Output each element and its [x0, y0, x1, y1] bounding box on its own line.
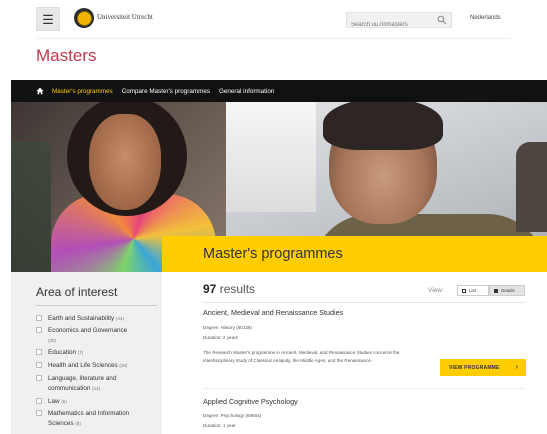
view-details-button[interactable]: Details: [489, 285, 525, 296]
facet-economics-governance[interactable]: Economics and Governance (30): [36, 326, 156, 345]
nav-compare-programmes[interactable]: Compare Master's programmes: [122, 88, 210, 95]
university-name[interactable]: Universiteit Utrecht: [97, 13, 153, 21]
view-list-label: List: [469, 288, 477, 293]
facet-count: (28): [119, 363, 128, 368]
view-programme-label: VIEW PROGRAMME: [449, 364, 500, 371]
results-number: 97: [203, 282, 217, 296]
facet-label: Law: [48, 398, 60, 405]
menu-button[interactable]: ☰: [36, 7, 60, 31]
facet-checkbox[interactable]: [36, 362, 42, 368]
programme-degree: Degree: Psychology (66604): [203, 413, 262, 418]
header-divider: [36, 38, 511, 39]
page-title: Masters: [36, 46, 97, 65]
facet-label: Earth and Sustainability: [48, 315, 115, 322]
nav-masters-programmes[interactable]: Master's programmes: [52, 88, 113, 95]
nav-general-information[interactable]: General information: [219, 88, 274, 95]
view-programme-button[interactable]: VIEW PROGRAMME ›: [440, 359, 526, 376]
university-logo[interactable]: [74, 8, 94, 28]
programme-title[interactable]: Applied Cognitive Psychology: [203, 397, 298, 406]
facet-education[interactable]: Education (7): [36, 348, 156, 358]
facet-label: Education: [48, 349, 77, 356]
facet-count: (6): [61, 399, 67, 404]
programme-description: The Research Master's programme in Ancie…: [203, 350, 400, 364]
programme-duration: Duration: 2 years: [203, 335, 238, 340]
hamburger-icon: ☰: [42, 11, 54, 27]
details-view-icon: [494, 288, 498, 293]
chevron-right-icon: ›: [515, 362, 518, 371]
facet-count: (44): [115, 316, 124, 321]
search-icon[interactable]: [437, 15, 447, 25]
view-label: View:: [428, 287, 444, 294]
list-view-icon: [462, 288, 466, 293]
filter-divider: [36, 305, 157, 306]
facet-checkbox[interactable]: [36, 315, 42, 321]
hero-banner-title: Master's programmes: [203, 246, 343, 262]
main-nav: Master's programmes Compare Master's pro…: [11, 80, 547, 102]
facet-count: (7): [77, 350, 84, 355]
facet-mathematics-information[interactable]: Mathematics and Information Sciences (8): [36, 409, 156, 428]
top-header: ☰ Universiteit Utrecht Nederlands: [0, 0, 547, 40]
facet-count: (30): [48, 337, 57, 343]
programme-duration: Duration: 1 year: [203, 423, 236, 428]
facet-count: (8): [75, 420, 81, 426]
facet-health-life-sciences[interactable]: Health and Life Sciences (28): [36, 361, 156, 371]
results-count: 97 results: [203, 282, 255, 296]
facet-count: (14): [92, 385, 101, 391]
facet-label: Health and Life Sciences: [48, 362, 118, 369]
programme-degree: Degree: History (60139): [203, 325, 253, 330]
view-list-button[interactable]: List: [457, 285, 489, 296]
facet-earth-sustainability[interactable]: Earth and Sustainability (44): [36, 314, 156, 324]
search-box: [346, 12, 452, 32]
facet-checkbox[interactable]: [36, 327, 42, 333]
facet-label: Mathematics and Information Sciences: [48, 410, 130, 427]
facet-law[interactable]: Law (6): [36, 397, 156, 407]
programme-title[interactable]: Ancient, Medieval and Renaissance Studie…: [203, 308, 343, 317]
facet-checkbox[interactable]: [36, 398, 42, 404]
facet-checkbox[interactable]: [36, 410, 42, 416]
results-divider: [203, 302, 525, 303]
facet-checkbox[interactable]: [36, 375, 42, 381]
facet-label: Economics and Governance: [48, 327, 128, 334]
language-switch[interactable]: Nederlands: [470, 15, 501, 21]
results-divider: [203, 388, 525, 389]
facet-label: Language, literature and communication: [48, 375, 117, 392]
view-details-label: Details: [501, 288, 515, 293]
facet-checkbox[interactable]: [36, 349, 42, 355]
results-suffix: results: [219, 282, 256, 296]
facet-language-literature[interactable]: Language, literature and communication (…: [36, 374, 156, 393]
filter-title: Area of interest: [36, 285, 118, 299]
home-icon[interactable]: [36, 87, 44, 95]
search-input[interactable]: [347, 18, 433, 32]
